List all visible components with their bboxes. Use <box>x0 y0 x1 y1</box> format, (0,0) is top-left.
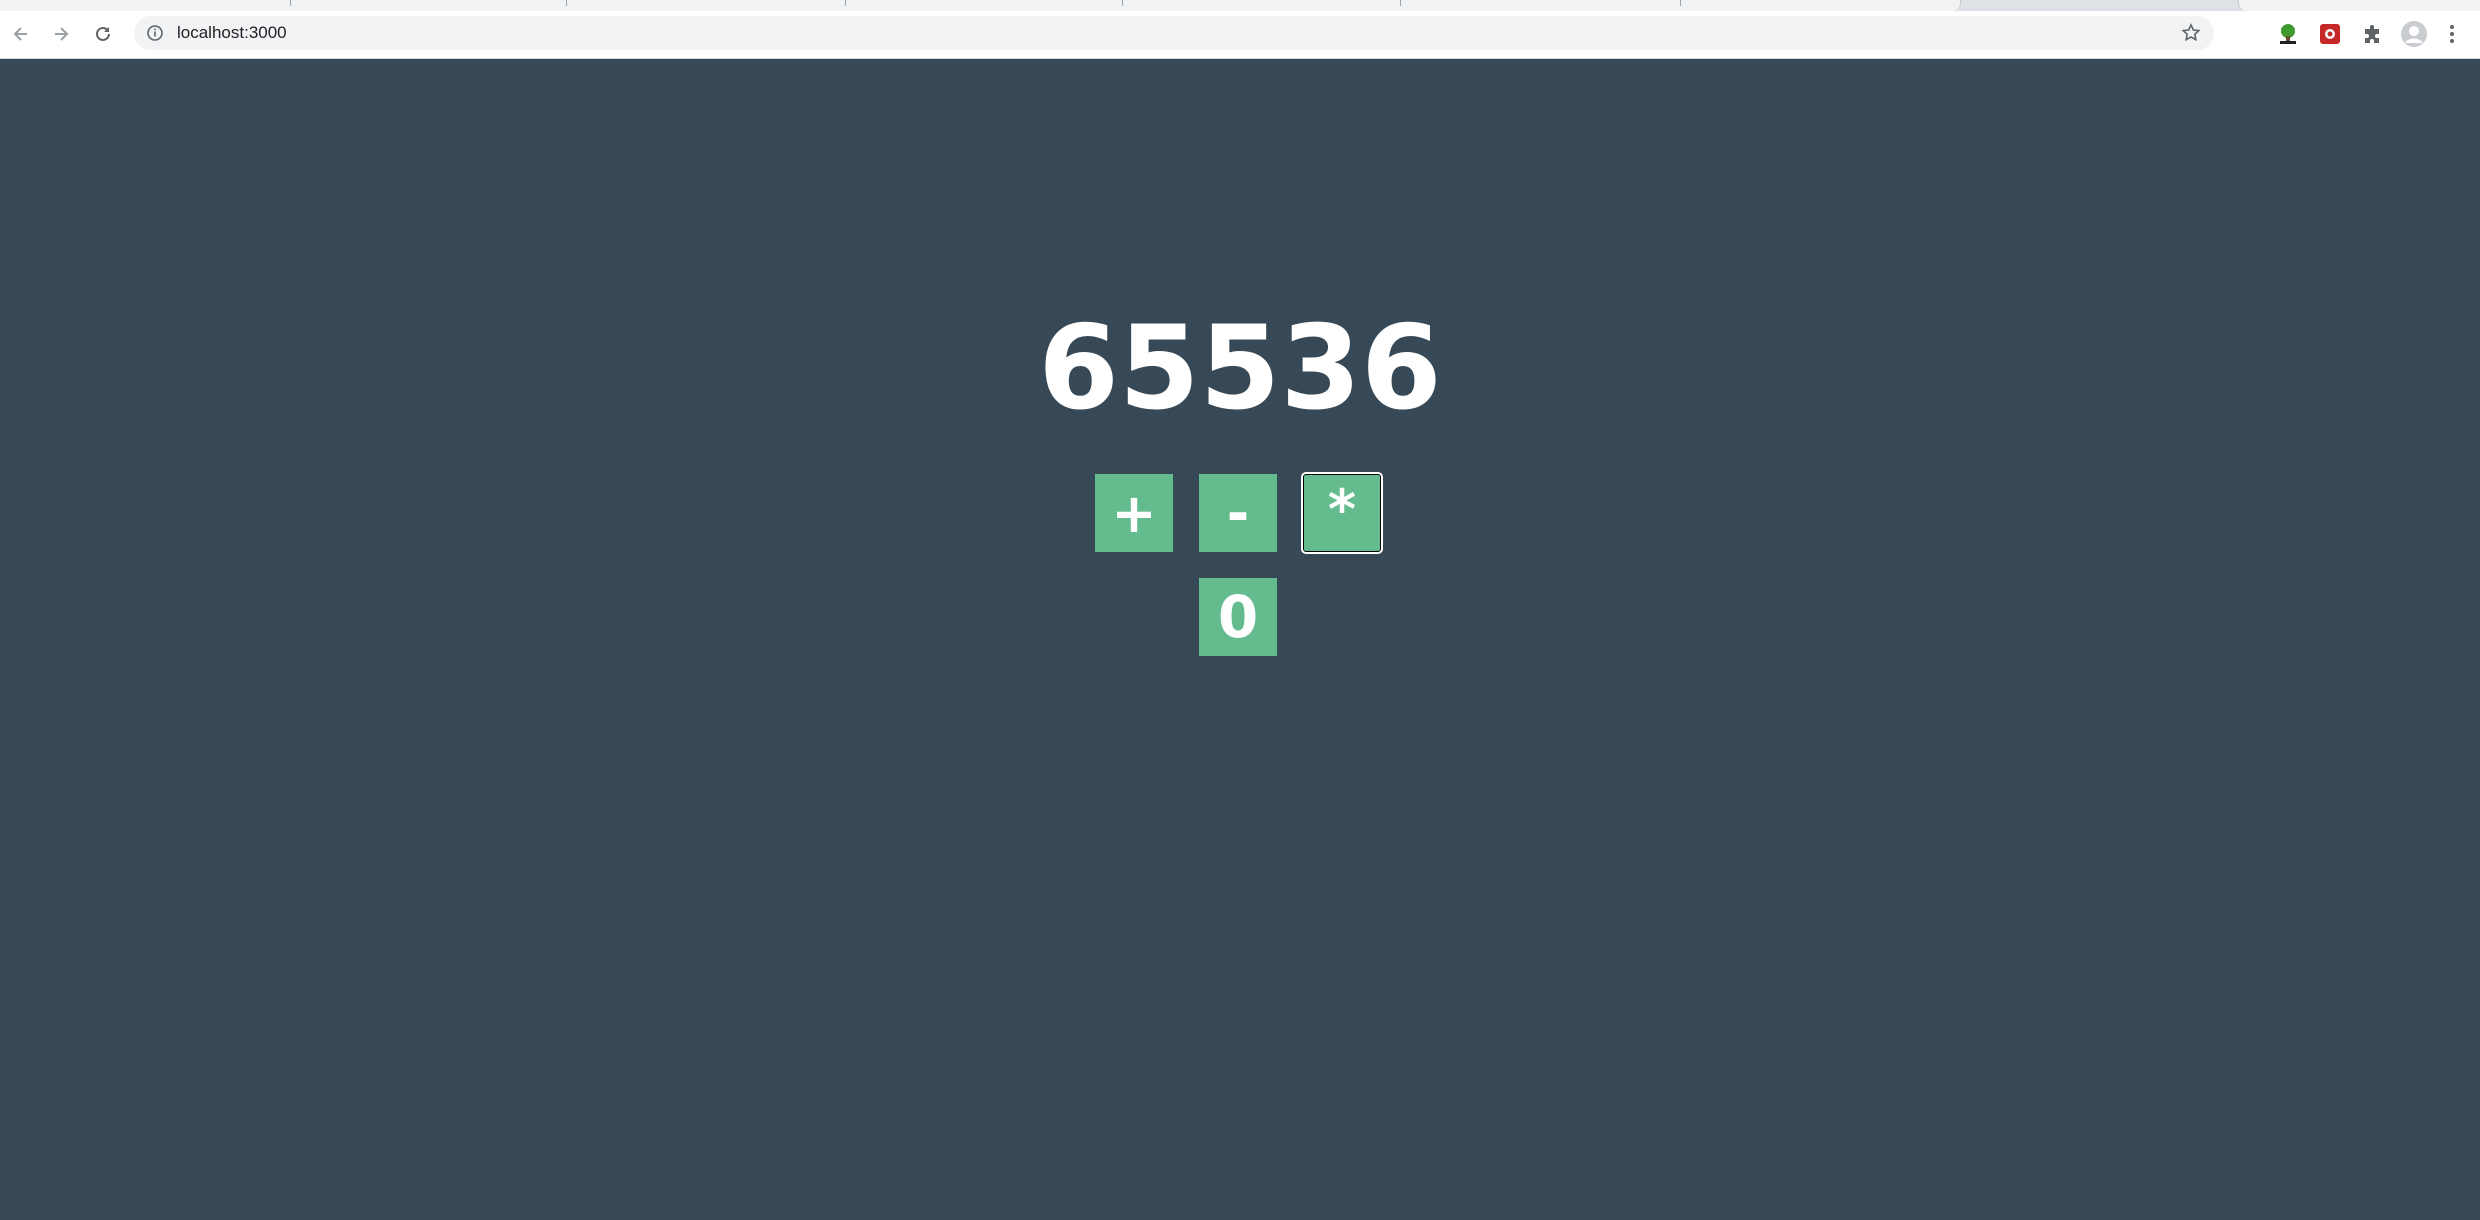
multiply-button[interactable]: * <box>1301 472 1383 554</box>
tree-extension-icon[interactable] <box>2274 20 2302 48</box>
tab-separator <box>1400 0 1401 6</box>
tab-separator <box>290 0 291 6</box>
kebab-menu-icon[interactable] <box>2442 20 2462 48</box>
tab-strip <box>0 0 2480 11</box>
add-button[interactable]: + <box>1095 474 1173 552</box>
arrow-left-icon[interactable] <box>6 19 36 49</box>
reset-button[interactable]: 0 <box>1199 578 1277 656</box>
tab-separator <box>566 0 567 6</box>
url-text[interactable]: localhost:3000 <box>177 23 287 43</box>
tab-separator <box>1122 0 1123 6</box>
info-icon[interactable] <box>146 24 164 42</box>
counter-value: 65536 <box>1038 301 1442 436</box>
active-tab[interactable] <box>0 0 1961 11</box>
avatar-icon[interactable] <box>2400 20 2428 48</box>
star-icon[interactable] <box>2180 22 2202 44</box>
address-bar[interactable]: localhost:3000 <box>134 16 2214 50</box>
tab-separator <box>1680 0 1681 6</box>
toolbar: localhost:3000 <box>0 11 2480 58</box>
arrow-right-icon[interactable] <box>46 19 76 49</box>
red-extension-icon[interactable] <box>2316 20 2344 48</box>
inactive-tab[interactable] <box>2238 0 2480 11</box>
tab-separator <box>845 0 846 6</box>
page-content: 65536 + - * 0 <box>0 59 2480 1220</box>
browser-chrome: localhost:3000 <box>0 0 2480 59</box>
puzzle-icon[interactable] <box>2358 20 2386 48</box>
subtract-button[interactable]: - <box>1199 474 1277 552</box>
reload-icon[interactable] <box>88 19 118 49</box>
